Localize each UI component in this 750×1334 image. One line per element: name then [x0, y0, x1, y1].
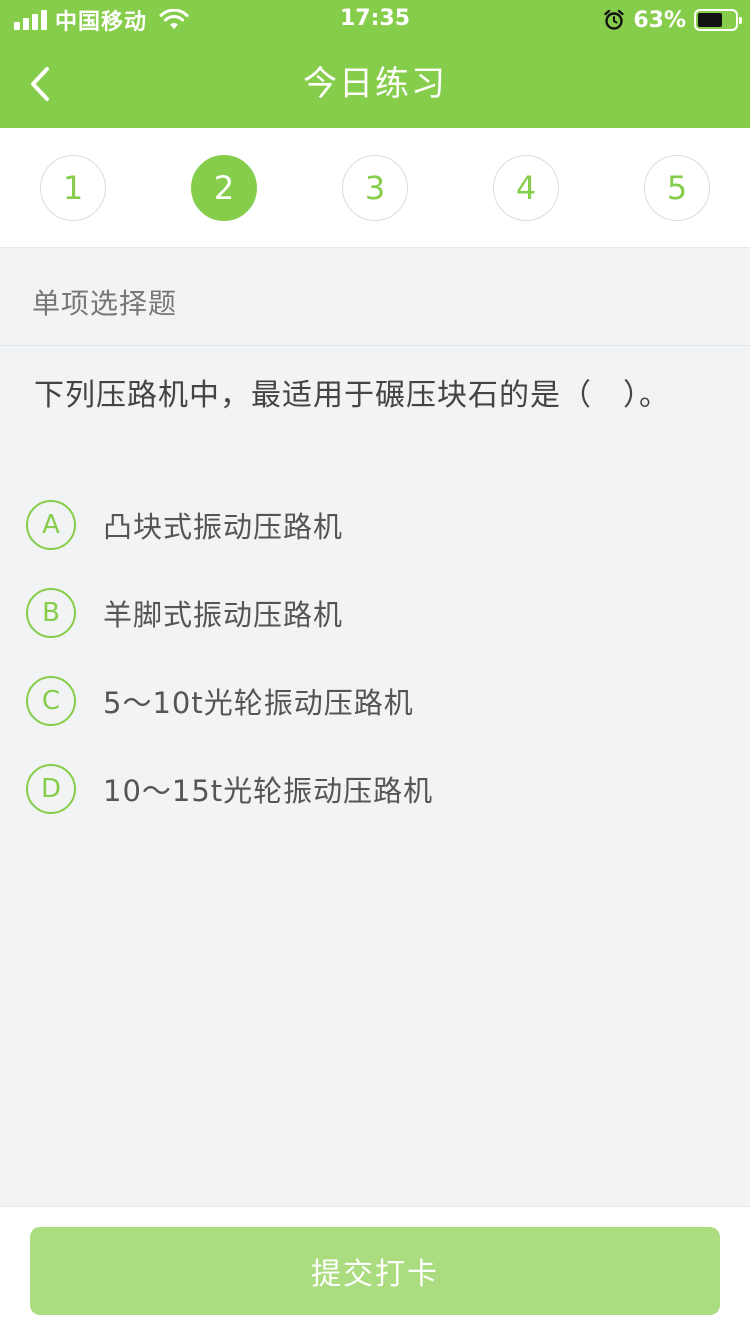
option-a[interactable]: A 凸块式振动压路机 [26, 495, 716, 555]
status-right: 63% [603, 6, 742, 34]
option-letter-c: C [26, 676, 76, 726]
option-c[interactable]: C 5～10t光轮振动压路机 [26, 671, 716, 731]
question-type: 单项选择题 [32, 287, 178, 320]
submit-checkin-button[interactable]: 提交打卡 [30, 1227, 720, 1315]
alarm-icon [604, 9, 625, 30]
option-text-c: 5～10t光轮振动压路机 [103, 686, 414, 720]
option-text-b: 羊脚式振动压路机 [103, 598, 344, 632]
question-number-5[interactable]: 5 [644, 155, 710, 221]
battery-icon [694, 9, 742, 31]
question-number-nav: 1 2 3 4 5 [0, 128, 750, 248]
battery-percentage: 63% [633, 7, 686, 33]
nav-bar: 今日练习 [0, 40, 750, 128]
question-type-row: 单项选择题 [0, 248, 750, 346]
question-text: 下列压路机中，最适用于碾压块石的是（ ）。 [34, 378, 670, 413]
page-title: 今日练习 [303, 64, 447, 104]
question-number-3[interactable]: 3 [342, 155, 408, 221]
question-number-1[interactable]: 1 [40, 155, 106, 221]
option-letter-a: A [26, 500, 76, 550]
status-bar: 中国移动 17:35 63% [0, 0, 750, 40]
option-text-d: 10～15t光轮振动压路机 [103, 774, 434, 808]
option-text-a: 凸块式振动压路机 [103, 510, 344, 544]
question-number-2[interactable]: 2 [191, 155, 257, 221]
option-letter-b: B [26, 588, 76, 638]
question-number-4[interactable]: 4 [493, 155, 559, 221]
option-d[interactable]: D 10～15t光轮振动压路机 [26, 759, 716, 819]
option-b[interactable]: B 羊脚式振动压路机 [26, 583, 716, 643]
header: 中国移动 17:35 63% 今日练习 [0, 0, 750, 128]
option-letter-d: D [26, 764, 76, 814]
practice-page: 中国移动 17:35 63% 今日练习 1 2 3 4 5 单项选择题 下列压路… [0, 0, 750, 1334]
bottom-bar: 提交打卡 [0, 1206, 750, 1334]
